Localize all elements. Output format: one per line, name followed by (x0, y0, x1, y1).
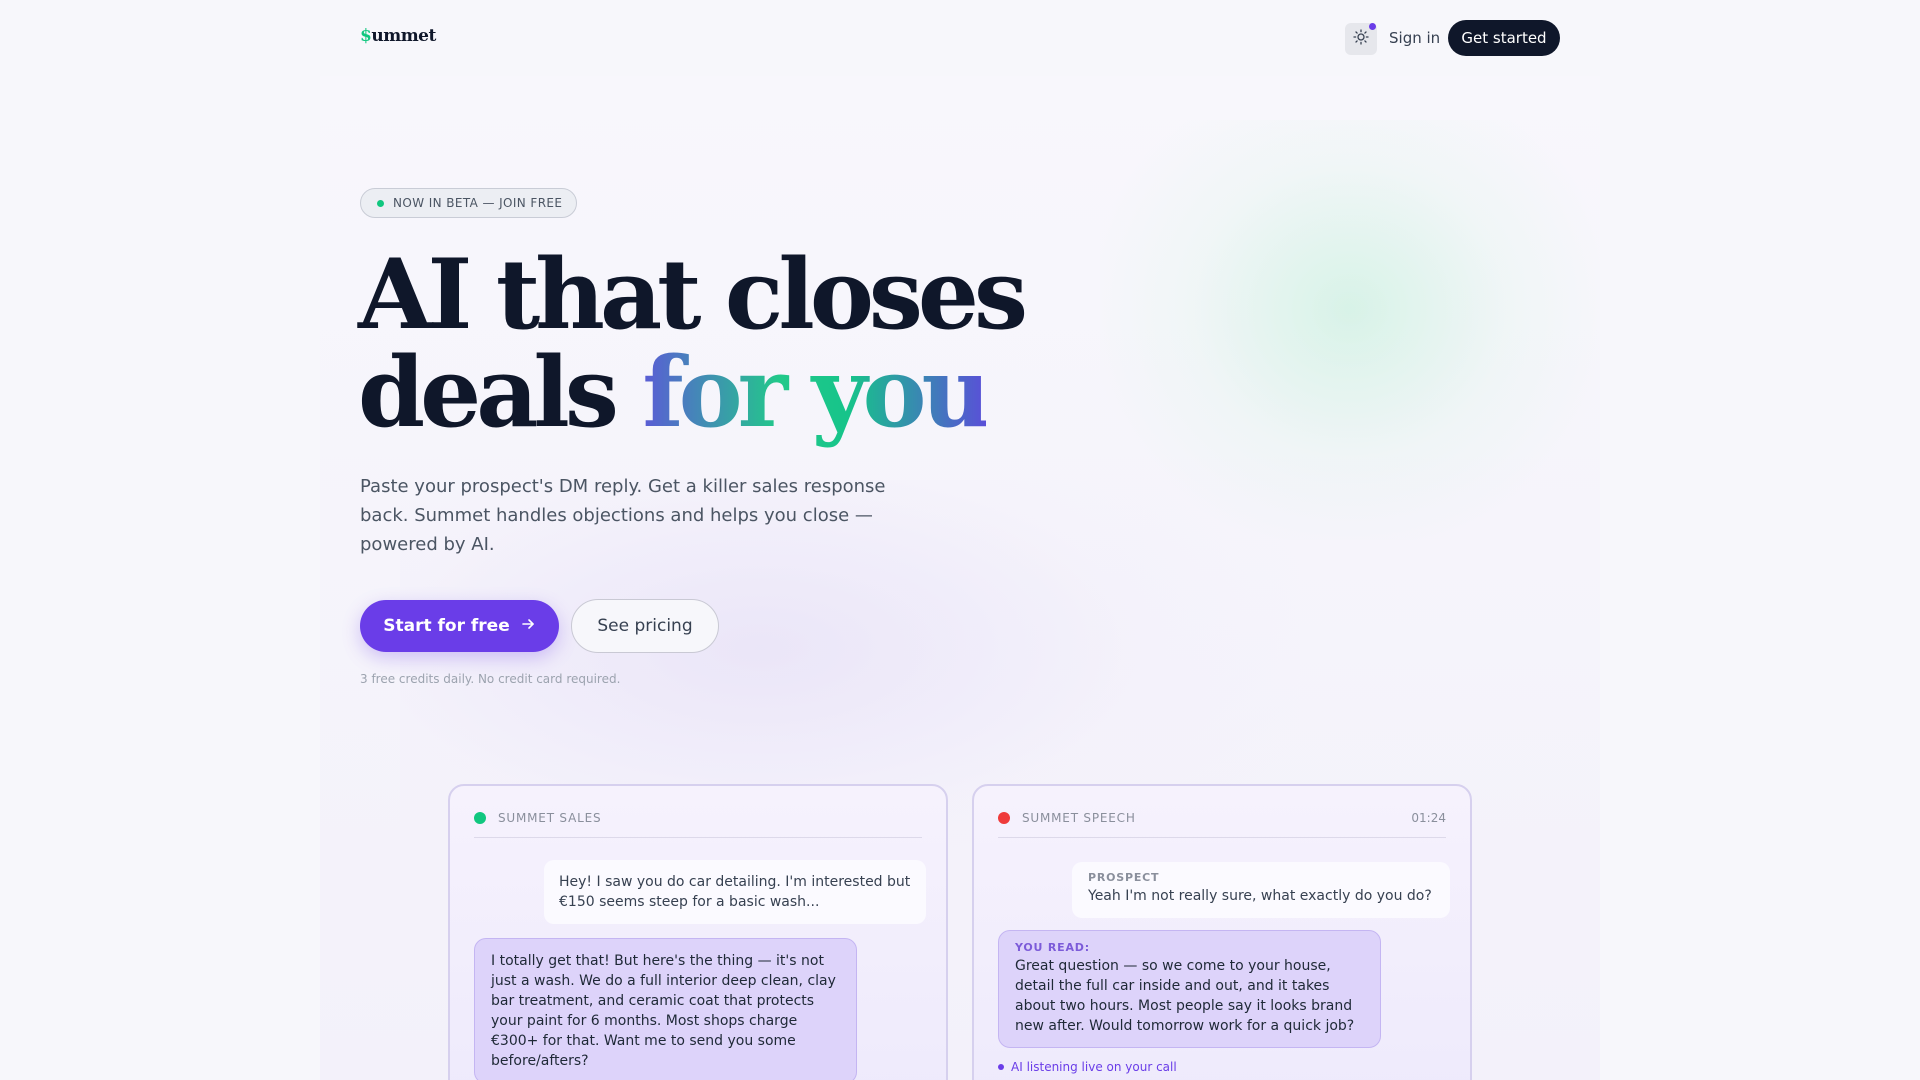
headline-gradient: for you (642, 336, 991, 449)
headline-line-1: AI that closes (358, 238, 1028, 351)
card-title: SUMMET SALES (498, 811, 602, 825)
listening-label: AI listening live on your call (1011, 1060, 1177, 1074)
logo[interactable]: $ummet (360, 26, 436, 46)
beta-badge: NOW IN BETA — JOIN FREE (360, 188, 577, 218)
status-dot (474, 812, 486, 824)
prospect-message: PROSPECT Yeah I'm not really sure, what … (1072, 862, 1450, 918)
headline-line-2: deals for you (358, 344, 1023, 442)
beta-badge-label: NOW IN BETA — JOIN FREE (393, 196, 563, 210)
top-nav: $ummet Sign in Get started (360, 20, 1560, 56)
prospect-message: Hey! I saw you do car detailing. I'm int… (544, 860, 926, 924)
summet-sales-card: SUMMET SALES Hey! I saw you do car detai… (448, 784, 948, 1080)
start-for-free-button[interactable]: Start for free (360, 600, 559, 652)
arrow-right-icon (520, 616, 536, 637)
you-read-message: YOU READ: Great question — so we come to… (998, 930, 1381, 1048)
sun-icon (1353, 29, 1369, 49)
theme-toggle-button[interactable] (1345, 23, 1377, 55)
live-dot (998, 1064, 1004, 1070)
sign-in-link[interactable]: Sign in (1389, 29, 1440, 47)
card-header: SUMMET SALES (474, 806, 922, 838)
card-title: SUMMET SPEECH (1022, 811, 1136, 825)
hero-glow-green (1100, 120, 1600, 540)
prospect-text: Yeah I'm not really sure, what exactly d… (1088, 888, 1432, 904)
call-timer: 01:24 (1411, 811, 1446, 825)
summet-speech-card: SUMMET SPEECH 01:24 PROSPECT Yeah I'm no… (972, 784, 1472, 1080)
status-dot (377, 199, 384, 207)
listening-indicator: AI listening live on your call (998, 1060, 1177, 1074)
headline-plain: deals (358, 336, 619, 449)
page-title: AI that closes deals for you (358, 238, 1028, 442)
start-for-free-label: Start for free (383, 616, 510, 636)
card-header: SUMMET SPEECH 01:24 (998, 806, 1446, 838)
recording-dot (998, 812, 1010, 824)
you-read-text: Great question — so we come to your hous… (1015, 958, 1355, 1034)
you-read-tag: YOU READ: (1015, 941, 1090, 954)
notification-dot (1369, 23, 1376, 30)
prospect-tag: PROSPECT (1088, 871, 1160, 884)
credits-note: 3 free credits daily. No credit card req… (360, 672, 621, 686)
ai-reply-message: I totally get that! But here's the thing… (474, 938, 857, 1080)
hero-subcopy: Paste your prospect's DM reply. Get a ki… (360, 476, 886, 555)
see-pricing-button[interactable]: See pricing (571, 599, 719, 653)
get-started-button[interactable]: Get started (1448, 20, 1560, 56)
